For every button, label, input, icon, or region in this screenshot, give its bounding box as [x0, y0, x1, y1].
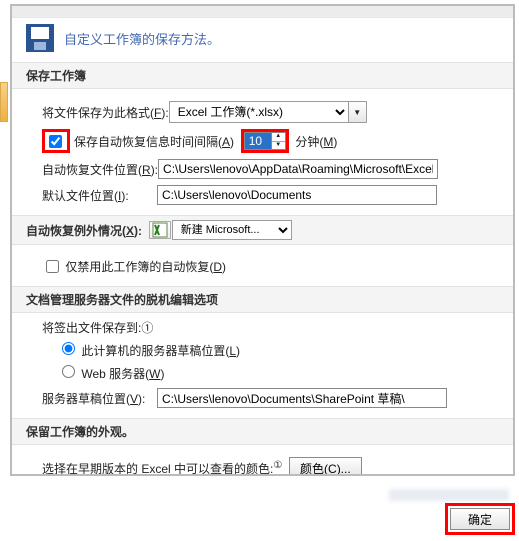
- autorecover-path-input[interactable]: [158, 159, 438, 179]
- label-save-format: 将文件保存为此格式(F):: [42, 104, 169, 121]
- ok-button[interactable]: 确定: [450, 508, 510, 530]
- label-autosave: 保存自动恢复信息时间间隔(A): [74, 133, 234, 150]
- label-default-loc: 默认文件位置(I):: [42, 187, 157, 204]
- label-compat-colors: 选择在早期版本的 Excel 中可以查看的颜色:①: [42, 460, 282, 477]
- section-compat: 保留工作簿的外观。: [12, 418, 513, 445]
- label-autorecover-loc: 自动恢复文件位置(R):: [42, 161, 158, 178]
- decorative-smudge: [389, 489, 509, 501]
- format-dropdown-button[interactable]: ▼: [349, 101, 367, 123]
- excel-file-icon: [149, 221, 171, 239]
- label-disable-autorecover: 仅禁用此工作簿的自动恢复(D): [65, 258, 226, 275]
- colors-button[interactable]: 颜色(C)...: [289, 457, 362, 476]
- drafts-path-input[interactable]: [157, 388, 447, 408]
- section-offline-edit: 文档管理服务器文件的脱机编辑选项: [12, 286, 513, 313]
- section-save-workbook: 保存工作簿: [12, 62, 513, 89]
- interval-input[interactable]: [244, 132, 272, 150]
- left-tab-stub: [0, 82, 8, 122]
- exception-workbook-select[interactable]: 新建 Microsoft...: [172, 220, 292, 240]
- label-save-checkout: 将签出文件保存到:①: [42, 319, 499, 336]
- label-drafts-loc: 服务器草稿位置(V):: [42, 390, 157, 407]
- label-minutes: 分钟(M): [295, 133, 337, 150]
- radio-web-server[interactable]: Web 服务器(W): [57, 362, 499, 382]
- autosave-checkbox[interactable]: [49, 135, 62, 148]
- section-autorecover-except: 自动恢复例外情况(X): 新建 Microsoft...: [12, 215, 513, 245]
- save-icon: [26, 24, 54, 52]
- format-select[interactable]: Excel 工作簿(*.xlsx): [169, 101, 349, 123]
- disable-autorecover-checkbox[interactable]: [46, 260, 59, 273]
- default-path-input[interactable]: [157, 185, 437, 205]
- page-title: 自定义工作簿的保存方法。: [64, 29, 220, 48]
- interval-spinner[interactable]: ▲▼: [272, 132, 286, 150]
- radio-local-drafts[interactable]: 此计算机的服务器草稿位置(L): [57, 339, 499, 359]
